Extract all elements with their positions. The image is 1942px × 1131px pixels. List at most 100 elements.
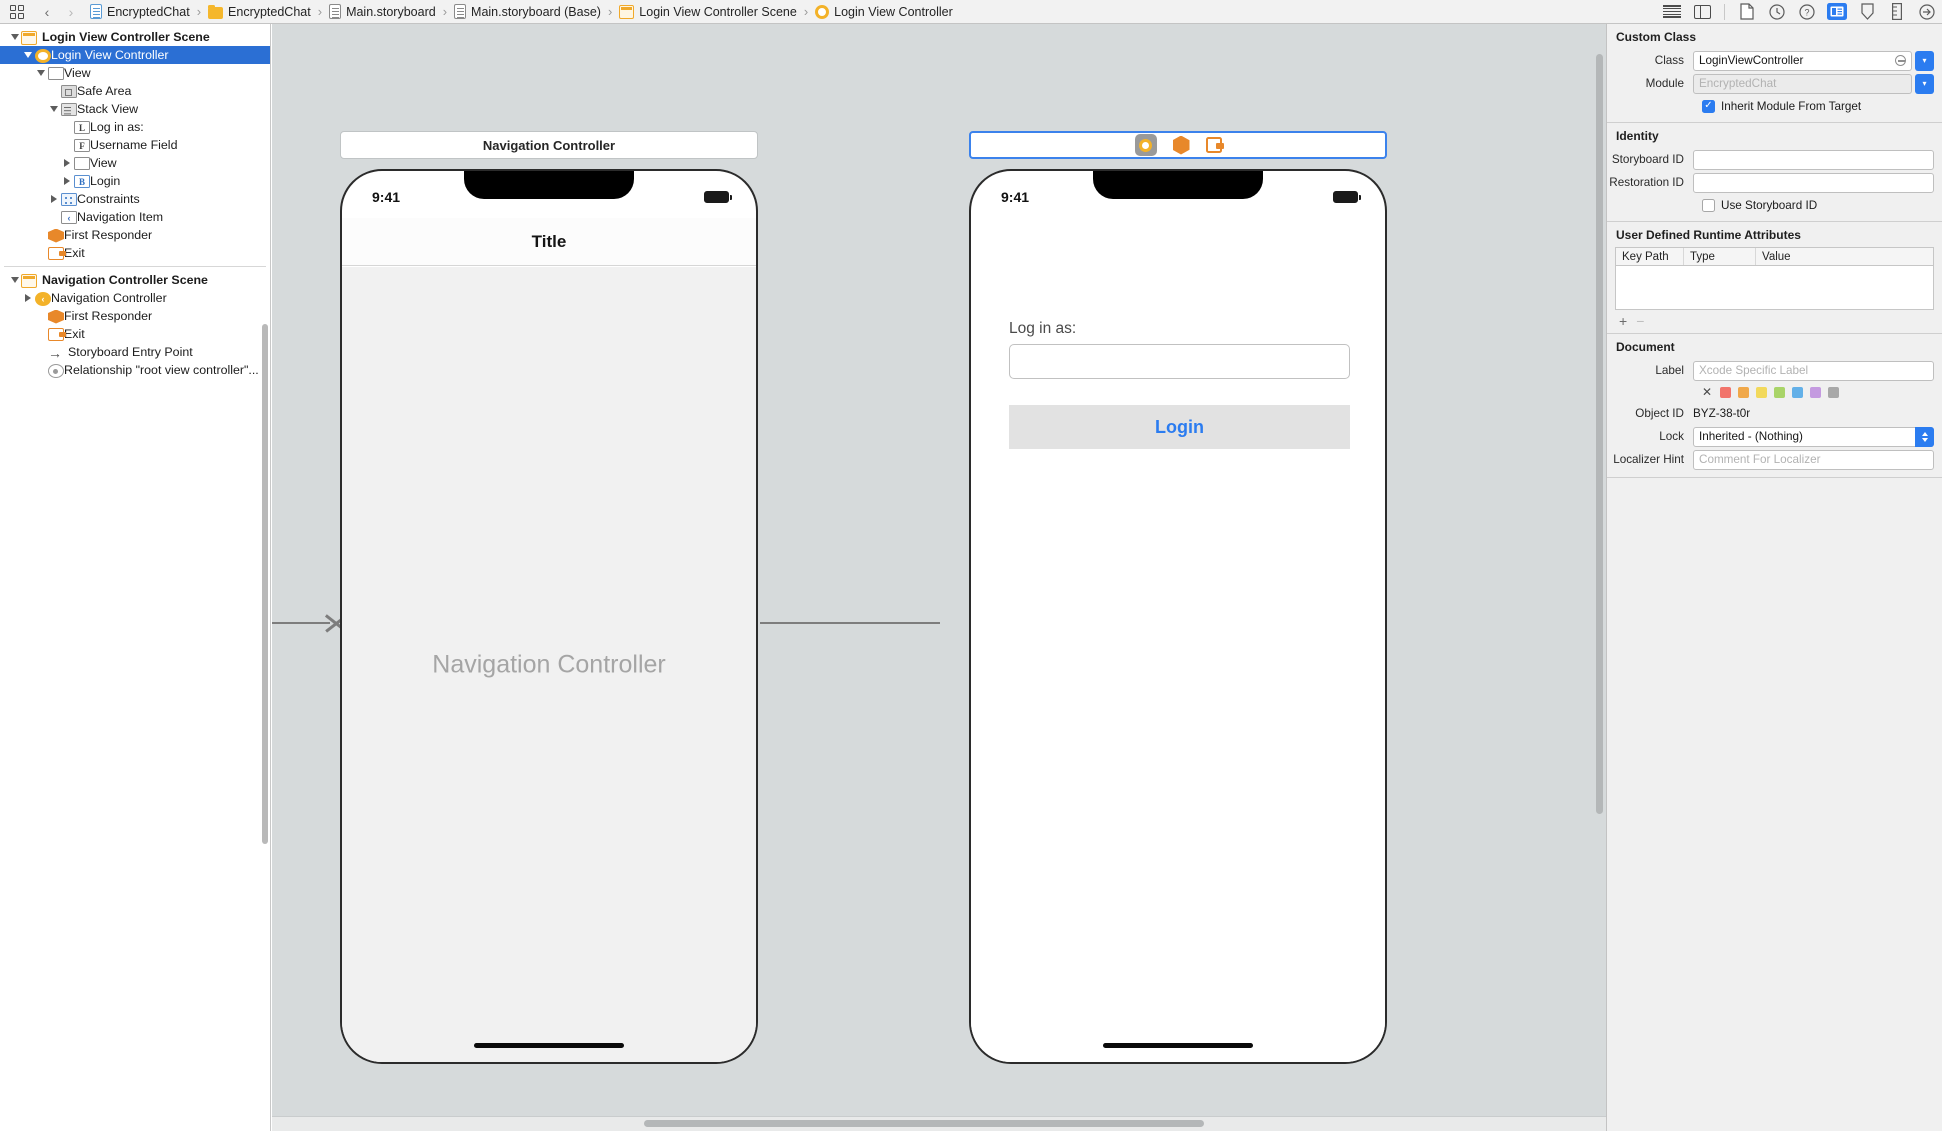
breadcrumb-item-storyboard[interactable]: Main.storyboard	[329, 4, 436, 19]
history-inspector-icon[interactable]	[1762, 0, 1792, 24]
connections-inspector-icon[interactable]	[1912, 0, 1942, 24]
attributes-inspector-icon[interactable]	[1852, 0, 1882, 24]
document-outline-panel[interactable]: Login View Controller Scene Login View Co…	[0, 24, 271, 1131]
outline-item-exit[interactable]: Exit	[0, 325, 270, 343]
disclosure-triangle-icon[interactable]	[8, 271, 21, 289]
column-header-key-path: Key Path	[1616, 248, 1684, 265]
lock-row: Lock Inherited - (Nothing)	[1607, 425, 1942, 448]
runtime-attributes-table[interactable]: Key Path Type Value	[1615, 247, 1934, 310]
device-frame-navigation-controller[interactable]: 9:41 Title Navigation Controller	[340, 169, 758, 1064]
assistant-editor-icon[interactable]	[1687, 0, 1717, 24]
clear-color-icon[interactable]: ✕	[1702, 386, 1712, 398]
canvas-vertical-scrollbar[interactable]	[1596, 54, 1603, 814]
use-storyboard-id-checkbox[interactable]	[1702, 198, 1715, 212]
canvas-horizontal-scrollbar-thumb[interactable]	[644, 1120, 1204, 1127]
outline-item-view[interactable]: View	[0, 154, 270, 172]
canvas-horizontal-scrollbar-track[interactable]	[272, 1116, 1606, 1131]
swatch-yellow[interactable]	[1756, 386, 1768, 398]
storyboard-canvas[interactable]: Navigation Controller 9:41 Title Navigat…	[272, 24, 1606, 1131]
module-label: Module	[1645, 77, 1684, 90]
disclosure-triangle-icon[interactable]	[34, 64, 47, 82]
outline-item-constraints[interactable]: Constraints	[0, 190, 270, 208]
outline-item-login[interactable]: B Login	[0, 172, 270, 190]
localizer-hint-input[interactable]: Comment For Localizer	[1693, 449, 1934, 470]
outline-item-first-responder[interactable]: First Responder	[0, 226, 270, 244]
storyboard-id-input[interactable]	[1693, 149, 1934, 170]
use-storyboard-id-row[interactable]: Use Storyboard ID	[1607, 194, 1942, 216]
inherit-module-row[interactable]: Inherit Module From Target	[1607, 95, 1942, 117]
outline-item-first-responder[interactable]: First Responder	[0, 307, 270, 325]
inherit-module-checkbox[interactable]	[1702, 99, 1715, 113]
scene-title-bar-navigation-controller[interactable]: Navigation Controller	[340, 131, 758, 159]
status-bar-time: 9:41	[372, 189, 401, 205]
outline-item-relationship-root-view-controller[interactable]: Relationship "root view controller"...	[0, 361, 270, 379]
outline-item-username-field[interactable]: F Username Field	[0, 136, 270, 154]
scene-title-bar-login-view-controller[interactable]	[969, 131, 1387, 159]
restoration-id-input[interactable]	[1693, 172, 1934, 193]
clear-icon[interactable]	[1895, 55, 1906, 66]
outline-item-login-view-controller[interactable]: Login View Controller	[0, 46, 270, 64]
swatch-orange[interactable]	[1738, 386, 1750, 398]
jump-bar-grid-button[interactable]	[0, 0, 34, 24]
outline-item-navigation-controller[interactable]: ‹ Navigation Controller	[0, 289, 270, 307]
document-section-title: Document	[1616, 340, 1675, 354]
outline-item-navigation-item[interactable]: ‹ Navigation Item	[0, 208, 270, 226]
editor-and-inspector-toggles: ?	[1657, 0, 1942, 24]
login-button[interactable]: Login	[1009, 405, 1350, 449]
breadcrumb-item-project-file[interactable]: EncryptedChat	[90, 4, 190, 19]
back-arrow-icon[interactable]: ‹	[36, 1, 58, 23]
add-attribute-button[interactable]: +	[1619, 313, 1627, 329]
navigation-controller-content: Navigation Controller	[342, 267, 756, 1062]
breadcrumb-label: Main.storyboard (Base)	[471, 4, 601, 19]
swatch-gray[interactable]	[1828, 386, 1840, 398]
document-label-input[interactable]: Xcode Specific Label	[1693, 360, 1934, 381]
outline-item-exit[interactable]: Exit	[0, 244, 270, 262]
disclosure-triangle-icon[interactable]	[47, 190, 60, 208]
breadcrumb-item-view-controller[interactable]: Login View Controller	[815, 4, 953, 19]
view-icon	[48, 67, 64, 80]
outline-item-login-view-controller-scene[interactable]: Login View Controller Scene	[0, 28, 270, 46]
outline-scrollbar[interactable]	[262, 324, 268, 844]
class-dropdown-button[interactable]: ▾	[1915, 50, 1934, 71]
disclosure-triangle-icon[interactable]	[21, 289, 34, 307]
identity-inspector-panel[interactable]: Custom Class Class LoginViewController ▾…	[1606, 24, 1942, 1131]
view-controller-icon[interactable]	[1134, 134, 1157, 156]
first-responder-icon[interactable]	[1172, 135, 1190, 155]
swatch-green[interactable]	[1774, 386, 1786, 398]
outline-item-stack-view[interactable]: Stack View	[0, 100, 270, 118]
swatch-red[interactable]	[1720, 386, 1732, 398]
disclosure-triangle-icon[interactable]	[8, 28, 21, 46]
username-field[interactable]	[1009, 344, 1350, 379]
forward-arrow-icon[interactable]: ›	[60, 1, 82, 23]
breadcrumb-item-folder[interactable]: EncryptedChat	[208, 4, 311, 19]
outline-item-view[interactable]: View	[0, 64, 270, 82]
device-frame-login-view-controller[interactable]: 9:41 Log in as: Login	[969, 169, 1387, 1064]
remove-attribute-button[interactable]: −	[1636, 313, 1644, 329]
disclosure-triangle-icon[interactable]	[21, 46, 34, 64]
outline-item-log-in-as[interactable]: L Log in as:	[0, 118, 270, 136]
standard-editor-icon[interactable]	[1657, 0, 1687, 24]
disclosure-triangle-icon[interactable]	[60, 154, 73, 172]
breadcrumb-item-scene[interactable]: Login View Controller Scene	[619, 4, 797, 19]
identity-section-title: Identity	[1616, 129, 1659, 143]
outline-item-safe-area[interactable]: Safe Area	[0, 82, 270, 100]
disclosure-triangle-icon[interactable]	[47, 100, 60, 118]
breadcrumb-label: Main.storyboard	[346, 4, 436, 19]
class-input[interactable]: LoginViewController	[1693, 50, 1912, 71]
outline-item-label: Relationship "root view controller"...	[64, 362, 259, 377]
disclosure-triangle-icon[interactable]	[60, 172, 73, 190]
exit-icon[interactable]	[1205, 137, 1224, 153]
breadcrumb-label: EncryptedChat	[107, 4, 190, 19]
swatch-blue[interactable]	[1792, 386, 1804, 398]
size-inspector-icon[interactable]	[1882, 0, 1912, 24]
breadcrumb-item-storyboard-base[interactable]: Main.storyboard (Base)	[454, 4, 601, 19]
module-input[interactable]: EncryptedChat	[1693, 73, 1912, 94]
outline-item-storyboard-entry-point[interactable]: → Storyboard Entry Point	[0, 343, 270, 361]
file-inspector-icon[interactable]	[1732, 0, 1762, 24]
outline-item-navigation-controller-scene[interactable]: Navigation Controller Scene	[0, 271, 270, 289]
swatch-purple[interactable]	[1810, 386, 1822, 398]
quick-help-inspector-icon[interactable]: ?	[1792, 0, 1822, 24]
module-dropdown-button[interactable]: ▾	[1915, 73, 1934, 94]
lock-select[interactable]: Inherited - (Nothing)	[1693, 426, 1934, 447]
identity-inspector-icon[interactable]	[1822, 0, 1852, 24]
